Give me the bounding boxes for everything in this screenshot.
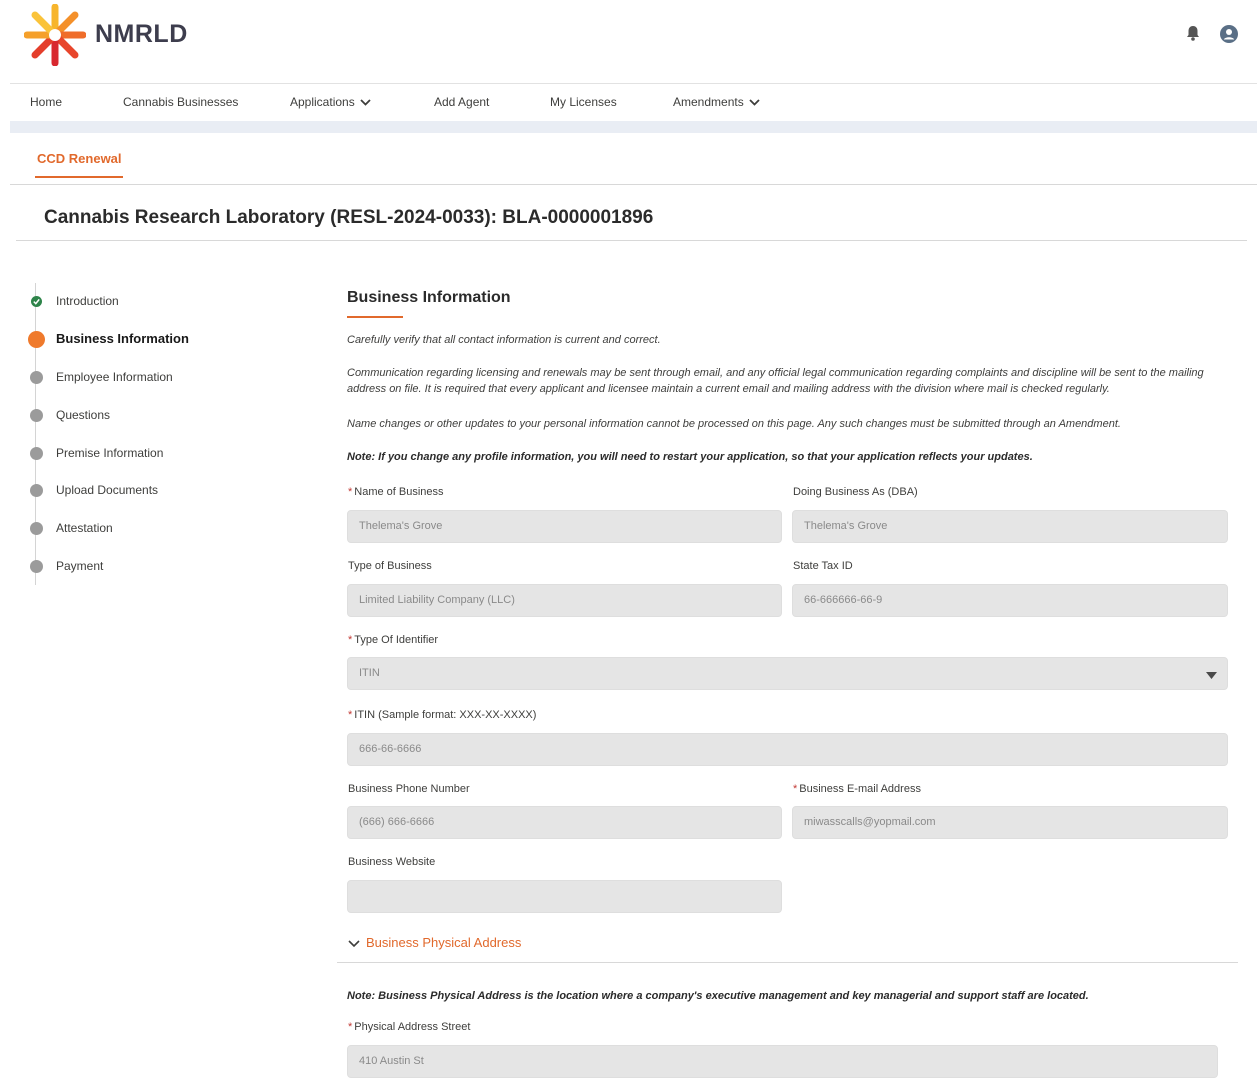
step-label: Questions [56, 408, 111, 422]
state-tax-id-label: State Tax ID [793, 560, 853, 572]
physical-street-field[interactable]: 410 Austin St [347, 1045, 1218, 1078]
step-label: Business Information [56, 331, 189, 346]
physical-address-note: Note: Business Physical Address is the l… [347, 990, 1089, 1002]
profile-change-note: Note: If you change any profile informat… [347, 451, 1033, 463]
chevron-down-icon [348, 939, 360, 947]
nav-cannabis-businesses[interactable]: Cannabis Businesses [123, 95, 238, 109]
step-pending-indicator [30, 484, 43, 497]
chevron-down-icon [749, 99, 760, 107]
itin-label-text: ITIN (Sample format: XXX-XX-XXXX) [354, 709, 537, 721]
tab-active-underline [35, 176, 123, 178]
tab-ccd-renewal[interactable]: CCD Renewal [37, 151, 122, 166]
nav-my-licenses[interactable]: My Licenses [550, 95, 617, 109]
step-label: Upload Documents [56, 483, 159, 497]
physical-address-heading: Business Physical Address [366, 935, 522, 950]
nmrld-logo-mark [23, 3, 87, 67]
nav-divider-strip [10, 121, 1257, 133]
business-email-field[interactable]: miwasscalls@yopmail.com [792, 806, 1228, 839]
nav-applications-label: Applications [290, 95, 355, 109]
check-icon [31, 296, 42, 307]
info-paragraph: Communication regarding licensing and re… [347, 367, 1204, 395]
physical-street-label-text: Physical Address Street [354, 1021, 471, 1033]
user-avatar-icon[interactable] [1220, 25, 1240, 45]
physical-address-accordion[interactable]: Business Physical Address [348, 935, 521, 950]
business-phone-label: Business Phone Number [348, 783, 470, 795]
business-phone-field[interactable]: (666) 666-6666 [347, 806, 782, 839]
caret-down-icon [1206, 672, 1217, 679]
required-marker: * [793, 783, 798, 795]
step-pending-indicator [30, 371, 43, 384]
step-pending-indicator [30, 522, 43, 535]
nav-my-licenses-label: My Licenses [550, 95, 617, 109]
itin-label: * ITIN (Sample format: XXX-XX-XXXX) [348, 709, 536, 721]
progress-line [35, 283, 36, 585]
nmrld-logo-text: NMRLD [95, 20, 188, 48]
business-website-field[interactable] [347, 880, 782, 913]
nav-amendments-label: Amendments [673, 95, 744, 109]
type-of-identifier-label: * Type Of Identifier [348, 634, 438, 646]
divider [10, 184, 1257, 185]
required-marker: * [348, 1021, 353, 1033]
nav-home-label: Home [30, 95, 63, 109]
name-of-business-field[interactable]: Thelema's Grove [347, 510, 782, 543]
step-pending-indicator [30, 560, 43, 573]
bell-icon[interactable] [1184, 24, 1204, 44]
dba-field[interactable]: Thelema's Grove [792, 510, 1228, 543]
business-website-label: Business Website [348, 856, 436, 868]
itin-field[interactable]: 666-66-6666 [347, 733, 1228, 766]
name-of-business-label: * Name of Business [348, 486, 444, 498]
nav-cannabis-businesses-label: Cannabis Businesses [123, 95, 239, 109]
step-pending-indicator [30, 447, 43, 460]
nav-amendments[interactable]: Amendments [673, 95, 760, 109]
info-paragraph: Name changes or other updates to your pe… [347, 418, 1121, 430]
step-label: Employee Information [56, 370, 173, 384]
type-of-business-label: Type of Business [348, 560, 432, 572]
chevron-down-icon [360, 99, 371, 107]
name-of-business-label-text: Name of Business [354, 486, 444, 498]
dba-label: Doing Business As (DBA) [793, 486, 918, 498]
required-marker: * [348, 634, 353, 646]
section-title-underline [347, 316, 403, 318]
main-nav: Home Cannabis Businesses Applications Ad… [10, 83, 1257, 122]
nav-applications[interactable]: Applications [290, 95, 371, 109]
step-label: Payment [56, 559, 104, 573]
info-paragraph: Carefully verify that all contact inform… [347, 334, 661, 346]
page-title: Cannabis Research Laboratory (RESL-2024-… [44, 207, 654, 228]
required-marker: * [348, 486, 353, 498]
business-email-label-text: Business E-mail Address [799, 783, 921, 795]
type-of-identifier-select[interactable]: ITIN [347, 657, 1228, 690]
divider [337, 962, 1238, 963]
step-label: Attestation [56, 521, 113, 535]
section-title: Business Information [347, 289, 511, 306]
type-of-business-field[interactable]: Limited Liability Company (LLC) [347, 584, 782, 617]
step-pending-indicator [30, 409, 43, 422]
nav-add-agent-label: Add Agent [434, 95, 490, 109]
type-of-identifier-value: ITIN [359, 667, 380, 679]
state-tax-id-field[interactable]: 66-666666-66-9 [792, 584, 1228, 617]
physical-street-label: * Physical Address Street [348, 1021, 470, 1033]
step-label: Introduction [56, 294, 119, 308]
divider [16, 240, 1247, 241]
nav-add-agent[interactable]: Add Agent [434, 95, 489, 109]
step-label: Premise Information [56, 446, 164, 460]
type-of-identifier-label-text: Type Of Identifier [354, 634, 439, 646]
required-marker: * [348, 709, 353, 721]
step-current-indicator [28, 331, 45, 348]
nav-home[interactable]: Home [30, 95, 62, 109]
business-email-label: * Business E-mail Address [793, 783, 921, 795]
